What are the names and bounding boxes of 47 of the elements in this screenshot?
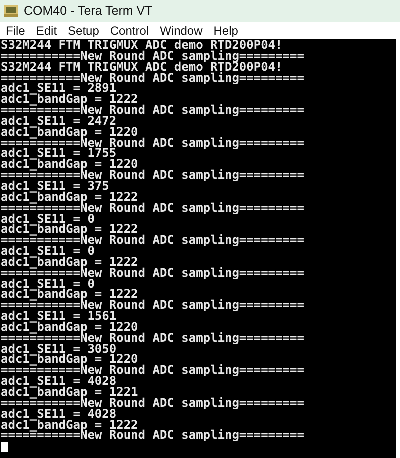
menu-item[interactable]: Help [214,24,238,38]
terminal-line: S32M244 FTM TRIGMUX ADC demo RTD200P04! [1,62,283,73]
terminal-line: adc1_SE11 = 1755 [1,148,117,160]
menu-item[interactable]: Control [110,24,150,38]
terminal-line: adc1_SE11 = 1561 [1,311,117,322]
terminal-line: ===========New Round ADC sampling========= [1,202,306,214]
terminal-line: adc1_bandGap = 1222 [1,224,138,236]
terminal-line: adc1_bandGap = 1222 [1,420,138,430]
terminal-line: adc1_SE11 = 2472 [1,116,117,127]
app-icon [4,5,18,17]
terminal-line: ===========New Round ADC sampling========= [1,50,306,62]
terminal-line: adc1_bandGap = 1221 [1,387,138,398]
terminal-line: adc1_SE11 = 4028 [1,376,117,387]
terminal-line: adc1_bandGap = 1222 [1,289,138,300]
text-cursor [1,442,8,452]
terminal-line: ===========New Round ADC sampling========= [1,300,306,312]
menu-item[interactable]: File [6,24,26,38]
terminal-line: S32M244 FTM TRIGMUX ADC demo RTD200P04! [1,40,283,51]
terminal-line: ===========New Round ADC sampling========= [1,332,306,344]
terminal-line: ===========New Round ADC sampling========= [1,235,306,246]
terminal-line: adc1_SE11 = 0 [1,246,95,257]
terminal-line: ===========New Round ADC sampling========= [1,170,306,181]
terminal-line: adc1_bandGap = 1222 [1,256,138,268]
terminal-line: adc1_bandGap = 1222 [1,94,138,106]
terminal-line: ===========New Round ADC sampling========= [1,365,306,376]
menu-item[interactable]: Edit [36,24,58,38]
terminal-line: adc1_SE11 = 0 [1,278,95,290]
terminal-line: adc1_SE11 = 3050 [1,344,117,354]
terminal-line: adc1_bandGap = 1220 [1,354,138,366]
menu-item[interactable]: Window [160,24,203,38]
terminal-line: adc1_bandGap = 1222 [1,192,138,203]
terminal-line: adc1_SE11 = 4028 [1,408,117,420]
window-title: COM40 - Tera Term VT [24,4,153,18]
terminal-line: adc1_SE11 = 375 [1,180,110,192]
terminal-line: ===========New Round ADC sampling========= [1,72,306,84]
terminal-line: adc1_bandGap = 1220 [1,159,138,170]
terminal-line: adc1_bandGap = 1220 [1,322,138,333]
terminal-line: ===========New Round ADC sampling========= [1,398,306,409]
terminal-line: ===========New Round ADC sampling========= [1,430,306,442]
terminal-screen[interactable] [0,39,396,458]
terminal-line: ===========New Round ADC sampling========= [1,105,306,116]
menu-item[interactable]: Setup [68,24,100,38]
terminal-line: ===========New Round ADC sampling========= [1,268,306,279]
terminal-line: adc1_SE11 = 0 [1,214,95,224]
terminal-line: adc1_SE11 = 2891 [1,83,117,94]
terminal-line: ===========New Round ADC sampling========= [1,138,306,148]
terminal-line: adc1_bandGap = 1220 [1,126,138,138]
